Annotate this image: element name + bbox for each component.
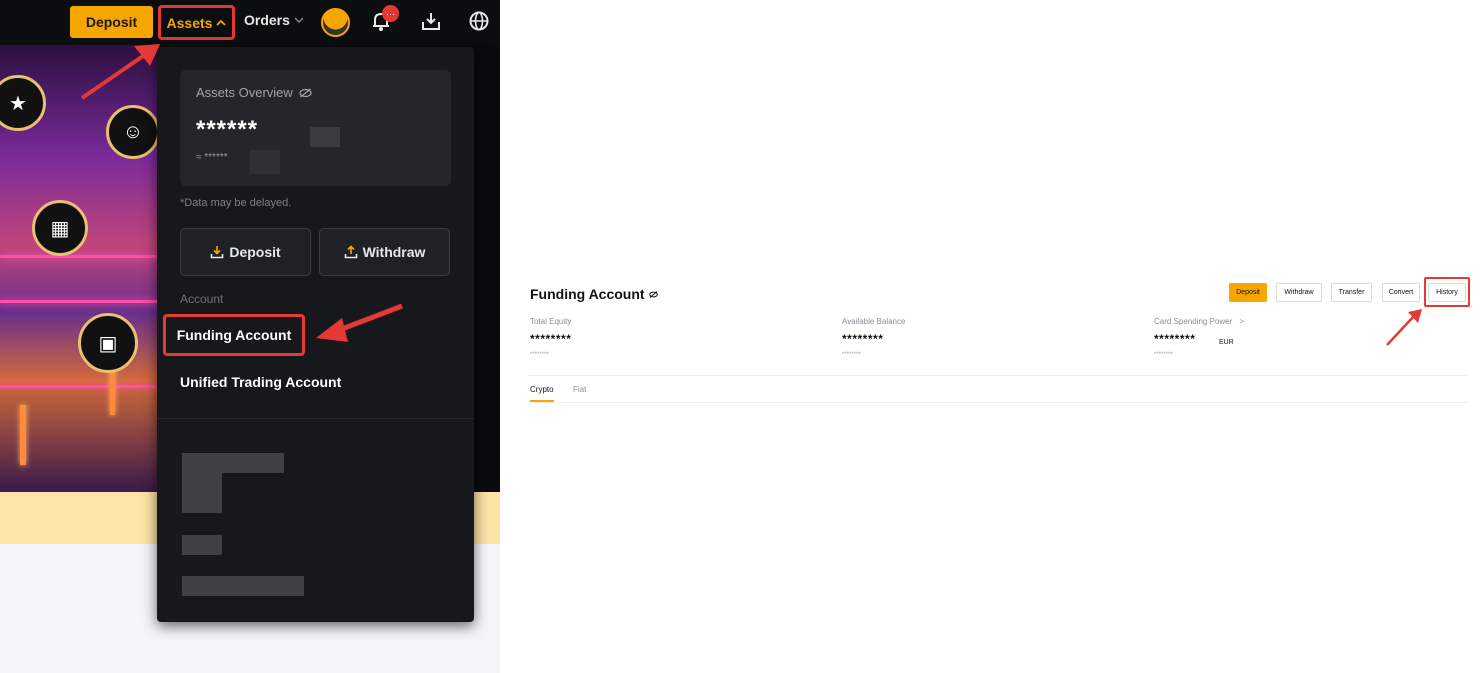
hero-illustration: ★ ☺ ▦ ▣ bbox=[0, 45, 160, 492]
download-icon[interactable] bbox=[420, 10, 442, 32]
available-balance-sub: ******** bbox=[842, 352, 861, 358]
dropdown-deposit-button[interactable]: Deposit bbox=[180, 228, 311, 276]
card-spending-power-sub: ******** bbox=[1154, 352, 1173, 358]
card-spending-power-unit: EUR bbox=[1219, 339, 1234, 346]
withdraw-label: Withdraw bbox=[362, 244, 426, 260]
globe-icon[interactable] bbox=[468, 10, 490, 32]
account-section-label: Account bbox=[180, 292, 224, 306]
download-icon bbox=[211, 246, 224, 259]
currency-selector-redacted bbox=[310, 127, 340, 147]
top-navbar: Deposit Assets Orders ··· bbox=[0, 0, 500, 45]
deposit-button[interactable]: Deposit bbox=[1229, 283, 1267, 302]
total-equity-value: ******** bbox=[530, 332, 572, 346]
orders-label: Orders bbox=[244, 12, 290, 28]
assets-menu-tab[interactable]: Assets bbox=[158, 5, 235, 40]
assets-overview-heading: Assets Overview bbox=[196, 85, 312, 100]
total-equity-sub: ******** bbox=[530, 352, 549, 358]
orders-menu-tab[interactable]: Orders bbox=[244, 12, 304, 28]
chevron-up-icon bbox=[216, 19, 227, 26]
deposit-button[interactable]: Deposit bbox=[70, 6, 153, 38]
notification-badge: ··· bbox=[382, 5, 399, 22]
funding-account-menu-item[interactable]: Funding Account bbox=[163, 314, 305, 356]
tab-fiat[interactable]: Fiat bbox=[573, 385, 586, 394]
redacted-block bbox=[182, 473, 222, 513]
unified-trading-account-menu-item[interactable]: Unified Trading Account bbox=[180, 374, 341, 390]
redacted-block bbox=[182, 576, 304, 596]
chevron-right-icon: > bbox=[1239, 317, 1245, 326]
page-title: Funding Account bbox=[530, 286, 658, 302]
annotation-arrow-icon bbox=[1386, 309, 1422, 346]
tab-divider bbox=[528, 402, 1468, 403]
history-highlight-box bbox=[1424, 277, 1470, 307]
redacted-block bbox=[250, 150, 280, 174]
user-avatar[interactable] bbox=[321, 8, 350, 37]
transfer-button[interactable]: Transfer bbox=[1331, 283, 1372, 302]
assets-overview-card[interactable]: Assets Overview ****** ≈ ****** bbox=[180, 70, 451, 186]
redacted-block bbox=[182, 453, 284, 473]
total-balance-value: ****** bbox=[196, 116, 259, 143]
approx-balance-value: ≈ ****** bbox=[196, 152, 228, 163]
available-balance-label: Available Balance bbox=[842, 317, 906, 326]
screenshot-composite: ★ ☺ ▦ ▣ Deposit Assets Orders ··· Assets… bbox=[0, 0, 1480, 673]
annotation-arrow-icon bbox=[316, 303, 403, 342]
app-dark-panel: ★ ☺ ▦ ▣ Deposit Assets Orders ··· Assets… bbox=[0, 0, 500, 673]
spreadsheet-coin-icon: ▦ bbox=[32, 200, 88, 256]
card-spending-power-value: ******** bbox=[1154, 332, 1196, 346]
star-coin-icon: ★ bbox=[0, 75, 46, 131]
eye-off-icon[interactable] bbox=[648, 290, 658, 298]
total-equity-label: Total Equity bbox=[530, 317, 572, 326]
deposit-label: Deposit bbox=[229, 244, 281, 260]
chevron-down-icon bbox=[294, 17, 304, 23]
available-balance-value: ******** bbox=[842, 332, 884, 346]
annotation-arrow-icon bbox=[80, 44, 160, 100]
tab-crypto[interactable]: Crypto bbox=[530, 385, 554, 394]
section-divider bbox=[528, 375, 1468, 376]
delay-note: *Data may be delayed. bbox=[180, 197, 292, 209]
avatar-coin-icon: ☺ bbox=[106, 105, 160, 159]
card-spending-power-text: Card Spending Power bbox=[1154, 317, 1233, 326]
card-spending-power-label[interactable]: Card Spending Power > bbox=[1154, 317, 1244, 326]
upload-icon bbox=[344, 245, 357, 259]
dropdown-withdraw-button[interactable]: Withdraw bbox=[319, 228, 450, 276]
eye-off-icon[interactable] bbox=[299, 88, 312, 98]
assets-overview-title: Assets Overview bbox=[196, 85, 293, 100]
convert-button[interactable]: Convert bbox=[1382, 283, 1420, 302]
menu-divider bbox=[157, 418, 474, 419]
image-coin-icon: ▣ bbox=[78, 313, 138, 373]
funding-account-title: Funding Account bbox=[530, 286, 645, 302]
withdraw-button[interactable]: Withdraw bbox=[1276, 283, 1322, 302]
assets-label: Assets bbox=[166, 14, 213, 31]
redacted-block bbox=[182, 535, 222, 555]
